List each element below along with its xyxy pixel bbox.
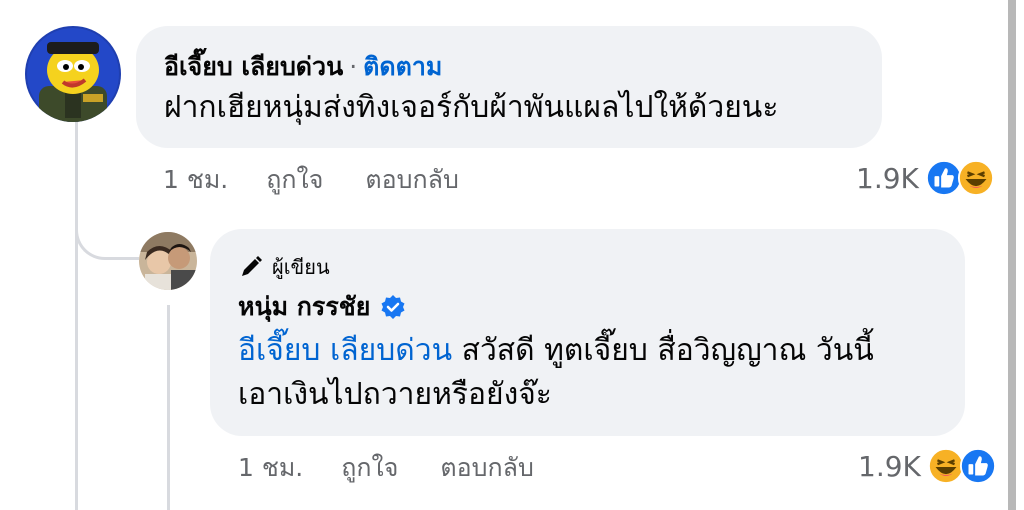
like-icon (959, 447, 996, 485)
separator-dot: · (349, 52, 358, 81)
reply-button[interactable]: ตอบกลับ (365, 160, 458, 200)
reply-header: หนุ่ม กรรชัย (238, 289, 937, 325)
reply-reaction-summary[interactable]: 1.9K (858, 444, 997, 488)
reply-author-name[interactable]: หนุ่ม กรรชัย (238, 289, 370, 325)
reply-reaction-count: 1.9K (858, 449, 921, 483)
reply-text-line1: สวัสดี ทูตเจี๊ยบ สื่อวิญญาณ วันนี้ (452, 333, 874, 368)
comment-actions: 1 ชม. ถูกใจ ตอบกลับ (163, 160, 501, 200)
cartoon-avatar-image (25, 26, 121, 122)
mention-link[interactable]: อีเจี๊ยบ เลียบด่วน (238, 333, 452, 368)
reply-bubble: ผู้เขียน หนุ่ม กรรชัย อีเจี๊ยบ เลียบด่วน… (210, 229, 965, 436)
comment-header: อีเจี๊ยบ เลียบด่วน · ติดตาม (164, 50, 854, 84)
follow-button[interactable]: ติดตาม (363, 52, 442, 81)
comment-timestamp[interactable]: 1 ชม. (163, 160, 228, 200)
reply-actions: 1 ชม. ถูกใจ ตอบกลับ (238, 448, 576, 488)
comment-text: ฝากเฮียหนุ่มส่งทิงเจอร์กับผ้าพันแผลไปให้… (164, 90, 779, 125)
comment-author-name[interactable]: อีเจี๊ยบ เลียบด่วน (164, 52, 343, 81)
reply-text: อีเจี๊ยบ เลียบด่วน สวัสดี ทูตเจี๊ยบ สื่อ… (238, 329, 937, 417)
reply-reply-button[interactable]: ตอบกลับ (440, 448, 533, 488)
reply-timestamp[interactable]: 1 ชม. (238, 448, 303, 488)
haha-icon (957, 159, 994, 197)
reply-like-button[interactable]: ถูกใจ (341, 448, 398, 488)
reaction-count: 1.9K (856, 161, 919, 195)
scrollbar[interactable] (1008, 0, 1016, 510)
thread-connector (75, 200, 139, 260)
like-button[interactable]: ถูกใจ (266, 160, 323, 200)
commenter-avatar[interactable] (25, 26, 121, 122)
profile-photo (139, 232, 197, 290)
thread-line (75, 120, 78, 510)
author-badge: ผู้เขียน (238, 251, 937, 283)
author-avatar[interactable] (139, 232, 197, 290)
verified-badge-icon (380, 294, 406, 320)
reaction-summary[interactable]: 1.9K (856, 156, 995, 200)
reply-text-line2: เอาเงินไปถวายหรือยังจ๊ะ (238, 377, 552, 412)
comment-bubble: อีเจี๊ยบ เลียบด่วน · ติดตาม ฝากเฮียหนุ่มส่… (136, 26, 882, 148)
pencil-icon (242, 256, 262, 276)
reply-thread-line (167, 305, 170, 510)
author-badge-label: ผู้เขียน (272, 255, 330, 279)
